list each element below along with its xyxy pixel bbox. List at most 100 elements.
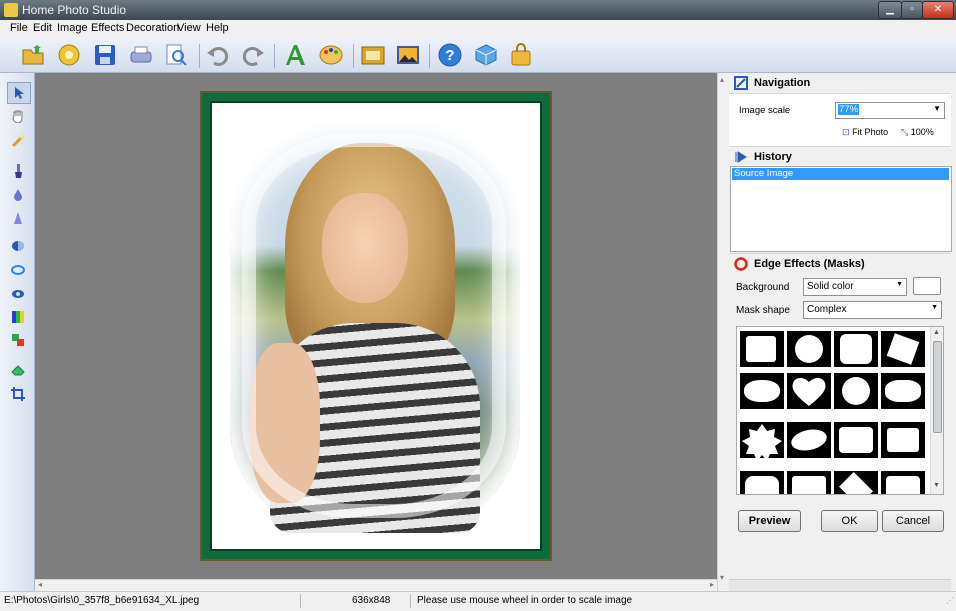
mask-thumbnail[interactable] <box>881 331 925 367</box>
scroll-thumb[interactable] <box>933 341 942 433</box>
cancel-button[interactable]: Cancel <box>882 510 944 532</box>
undo-button[interactable] <box>205 42 231 68</box>
navigation-header[interactable]: Navigation <box>729 73 951 93</box>
menu-decoration[interactable]: Decoration <box>126 22 179 34</box>
mask-thumbnail[interactable] <box>787 422 831 458</box>
ok-button[interactable]: OK <box>821 510 878 532</box>
mask-thumbnail[interactable] <box>881 422 925 458</box>
scroll-down-icon[interactable]: ▼ <box>933 482 940 489</box>
mask-thumbnail[interactable] <box>787 373 831 409</box>
shop-button[interactable] <box>508 42 534 68</box>
status-size: 636x848 <box>352 595 391 606</box>
mask-thumbnail[interactable] <box>740 422 784 458</box>
maximize-button[interactable]: ▫ <box>901 1 923 19</box>
scale-label: Image scale <box>739 105 791 116</box>
open-button[interactable] <box>20 42 46 68</box>
mask-thumbnail[interactable] <box>881 373 925 409</box>
chevron-down-icon[interactable]: ▼ <box>933 104 941 113</box>
side-panel: Navigation Image scale 77% ▼ ⊡ Fit Photo… <box>729 73 956 592</box>
brush-tool[interactable] <box>7 161 29 181</box>
background-combo[interactable]: Solid color ▼ <box>803 278 907 296</box>
hand-tool[interactable] <box>7 106 29 126</box>
mask-gallery-scrollbar[interactable]: ▲ ▼ <box>930 327 943 494</box>
cone-tool[interactable] <box>7 208 29 228</box>
browse-button[interactable] <box>56 42 82 68</box>
menu-help[interactable]: Help <box>206 22 229 34</box>
scroll-up-icon[interactable]: ▴ <box>720 75 724 84</box>
resize-grip-icon[interactable]: ⋰ <box>946 596 954 605</box>
app-icon <box>4 3 18 17</box>
mask-shape-combo[interactable]: Complex ▼ <box>803 301 942 319</box>
background-color-swatch[interactable] <box>913 277 941 295</box>
history-header[interactable]: History <box>729 146 951 167</box>
menu-edit[interactable]: Edit <box>33 22 52 34</box>
mask-thumbnail[interactable] <box>881 471 925 494</box>
history-list[interactable]: Source Image <box>730 166 952 252</box>
lens-tool[interactable] <box>7 260 29 280</box>
save-button[interactable] <box>92 42 118 68</box>
frame-button[interactable] <box>360 42 386 68</box>
history-item[interactable]: Source Image <box>732 168 949 180</box>
scale-value[interactable]: 77% <box>838 104 860 115</box>
image-canvas[interactable] <box>35 73 717 579</box>
chevron-down-icon[interactable]: ▼ <box>931 304 938 311</box>
menu-effects[interactable]: Effects <box>91 22 124 34</box>
palette-button[interactable] <box>318 42 344 68</box>
mask-thumbnail[interactable] <box>740 331 784 367</box>
status-bar: E:\Photos\Girls\0_357f8_b6e91634_XL.jpeg… <box>0 591 956 611</box>
redo-icon <box>242 47 264 66</box>
text-button[interactable] <box>282 42 308 68</box>
scroll-up-icon[interactable]: ▲ <box>933 329 940 336</box>
drop-icon <box>14 189 22 201</box>
scroll-left-icon[interactable]: ◂ <box>38 580 42 589</box>
mask-thumbnail[interactable] <box>834 422 878 458</box>
replace-color-tool[interactable] <box>7 330 29 350</box>
eraser-tool[interactable] <box>7 360 29 380</box>
mask-thumbnail[interactable] <box>740 373 784 409</box>
crop-tool[interactable] <box>7 384 29 404</box>
chevron-down-icon[interactable]: ▼ <box>896 281 903 288</box>
minimize-button[interactable]: ▁ <box>878 1 902 19</box>
replace-color-icon <box>12 334 24 346</box>
mask-thumbnail[interactable] <box>834 331 878 367</box>
status-separator <box>410 594 411 608</box>
package-button[interactable] <box>473 42 499 68</box>
mask-thumbnail[interactable] <box>787 471 831 494</box>
wand-tool[interactable] <box>7 131 29 151</box>
brush-icon <box>15 164 22 178</box>
close-button[interactable]: ✕ <box>922 1 954 19</box>
picture-button[interactable] <box>395 42 421 68</box>
vignette-ring <box>242 133 506 518</box>
menu-image[interactable]: Image <box>57 22 88 34</box>
redo-button[interactable] <box>240 42 266 68</box>
scale-combo[interactable]: 77% ▼ <box>835 102 945 119</box>
panel-splitter[interactable]: ▴ ▾ <box>717 73 729 591</box>
zoom-100-button[interactable]: ⤡ 100% <box>901 127 934 138</box>
help-button[interactable]: ? <box>437 42 463 68</box>
mask-thumbnail[interactable] <box>834 373 878 409</box>
mask-thumbnail[interactable] <box>740 471 784 494</box>
print-button[interactable] <box>128 42 154 68</box>
cone-icon <box>14 212 22 224</box>
mask-thumbnail[interactable] <box>834 471 878 494</box>
package-icon <box>475 44 497 66</box>
mask-thumbnail[interactable] <box>787 331 831 367</box>
arrow-tool[interactable] <box>7 82 31 104</box>
eye-tool[interactable] <box>7 284 29 304</box>
scroll-right-icon[interactable]: ▸ <box>710 580 714 589</box>
mask-gallery[interactable]: ▲ ▼ <box>736 326 944 495</box>
menu-bar: File Edit Image Effects Decoration View … <box>0 20 956 39</box>
palette-icon <box>319 45 343 65</box>
contrast-tool[interactable] <box>7 236 29 256</box>
scroll-down-icon[interactable]: ▾ <box>720 573 724 582</box>
preview-button[interactable]: Preview <box>738 510 801 532</box>
menu-view[interactable]: View <box>177 22 201 34</box>
color-adjust-tool[interactable] <box>7 307 29 327</box>
picture-icon <box>397 46 419 64</box>
menu-file[interactable]: File <box>10 22 28 34</box>
edge-effects-header[interactable]: Edge Effects (Masks) <box>729 253 951 274</box>
fit-photo-button[interactable]: ⊡ Fit Photo <box>842 127 888 138</box>
print-preview-button[interactable] <box>163 42 189 68</box>
drop-tool[interactable] <box>7 185 29 205</box>
help-icon: ? <box>438 43 462 67</box>
